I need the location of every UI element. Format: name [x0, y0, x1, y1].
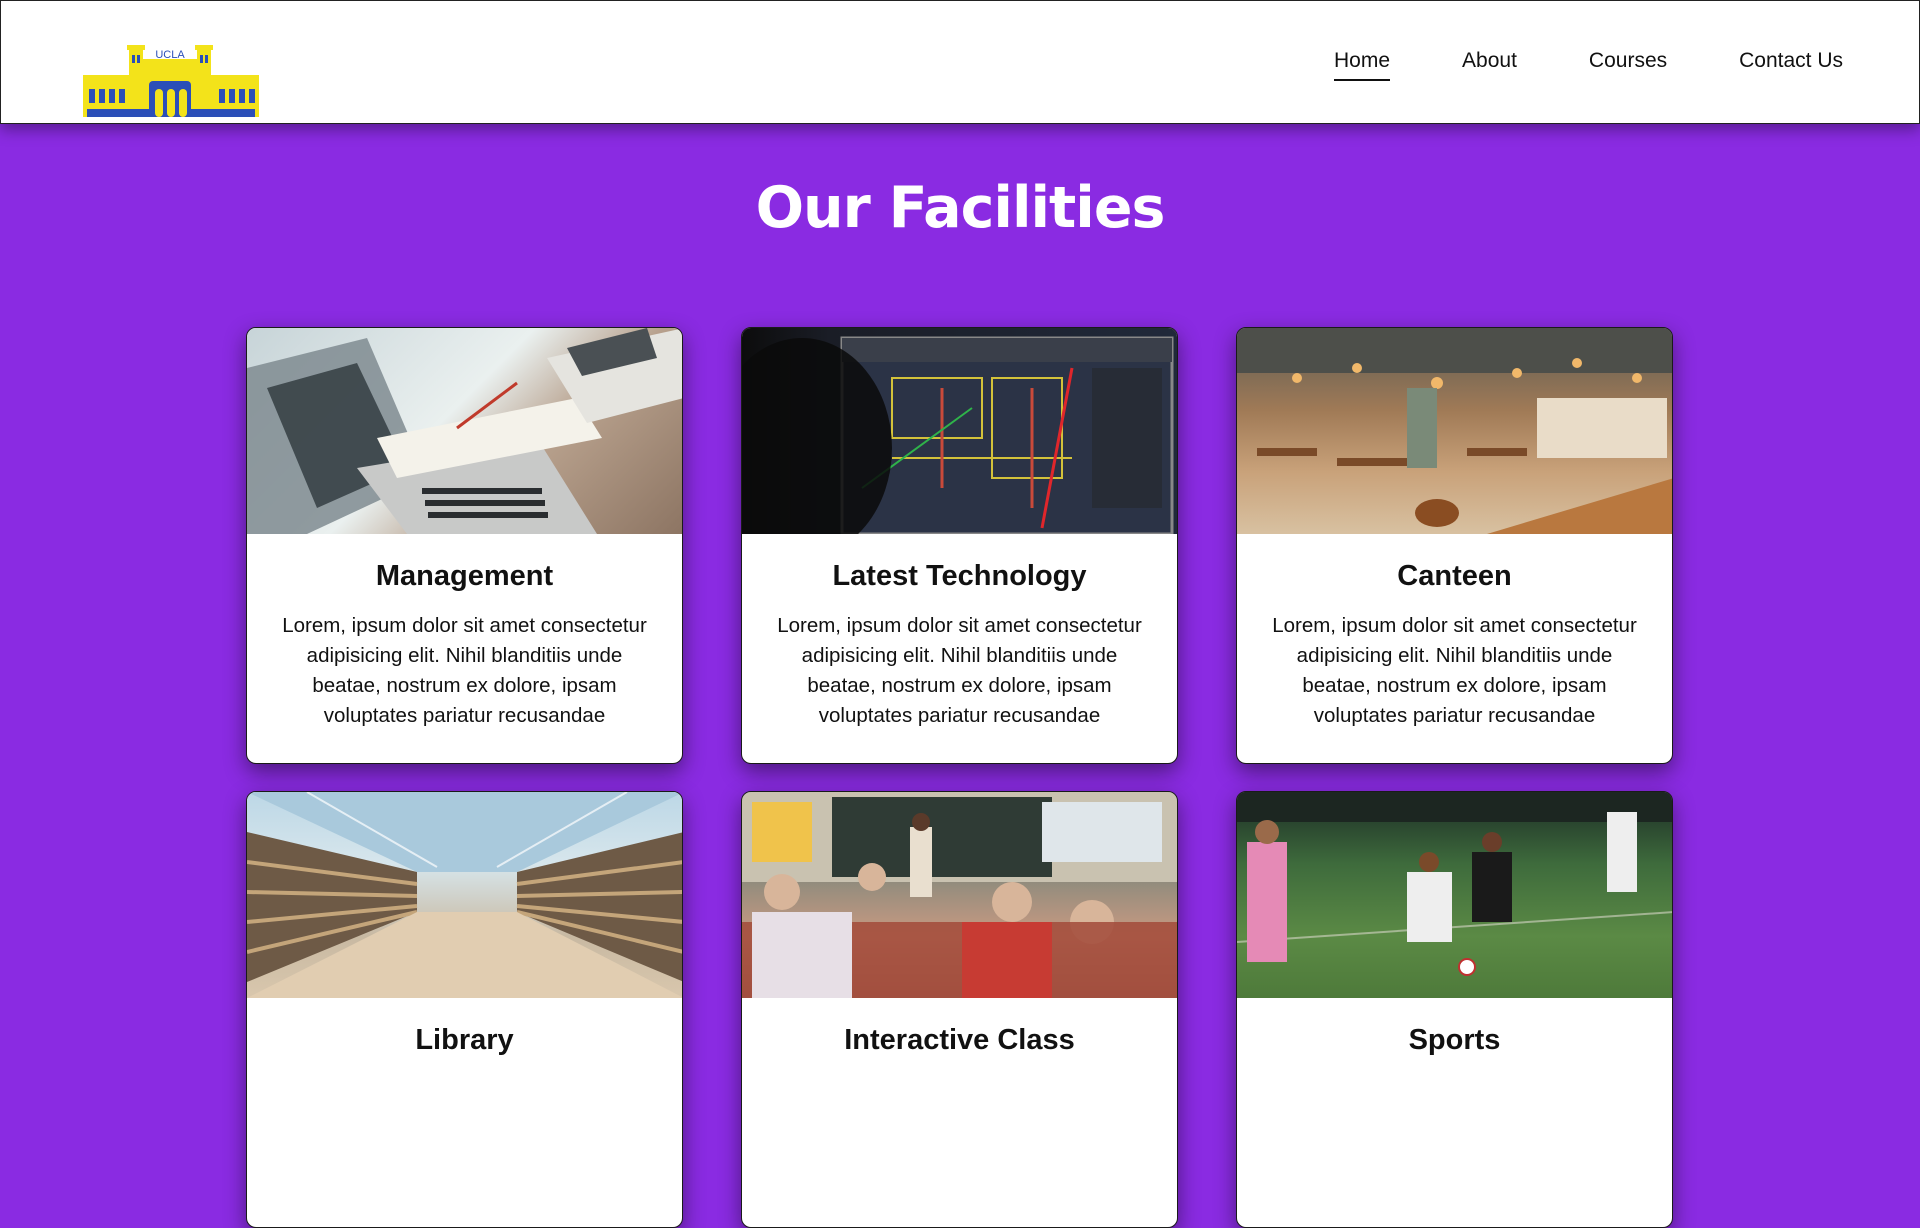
navbar: UCLA Home About Courses Contact Us	[0, 0, 1920, 124]
nav-about-link[interactable]: About	[1462, 49, 1517, 81]
card-title: Latest Technology	[832, 560, 1087, 592]
nav-menu: Home About Courses Contact Us	[1334, 49, 1843, 81]
card-title: Canteen	[1397, 560, 1512, 592]
card-title: Library	[415, 1024, 514, 1056]
nav-courses-link[interactable]: Courses	[1589, 49, 1667, 81]
facility-card-library: Library	[246, 791, 683, 1228]
facility-card-interactive-class: Interactive Class	[741, 791, 1178, 1228]
facility-card-management: Management Lorem, ipsum dolor sit amet c…	[246, 327, 683, 764]
facility-card-canteen: Canteen Lorem, ipsum dolor sit amet cons…	[1236, 327, 1673, 764]
svg-text:UCLA: UCLA	[155, 49, 185, 61]
technology-photo	[742, 328, 1177, 534]
library-photo	[247, 792, 682, 998]
university-building-logo-icon: UCLA	[83, 45, 259, 117]
sports-photo	[1237, 792, 1672, 998]
facility-card-sports: Sports	[1236, 791, 1673, 1228]
nav-home-link[interactable]: Home	[1334, 49, 1391, 81]
canteen-photo	[1237, 328, 1672, 534]
card-description: Lorem, ipsum dolor sit amet consectetur …	[1272, 614, 1637, 727]
facilities-grid: Management Lorem, ipsum dolor sit amet c…	[246, 327, 1673, 1228]
card-description: Lorem, ipsum dolor sit amet consectetur …	[282, 614, 647, 727]
nav-contact-link[interactable]: Contact Us	[1739, 49, 1843, 81]
management-photo	[247, 328, 682, 534]
section-title: Our Facilities	[755, 175, 1166, 241]
card-description: Lorem, ipsum dolor sit amet consectetur …	[777, 614, 1142, 727]
ucla-logo[interactable]: UCLA	[83, 45, 259, 117]
card-title: Interactive Class	[844, 1024, 1075, 1056]
classroom-photo	[742, 792, 1177, 998]
card-title: Management	[375, 560, 554, 592]
facility-card-technology: Latest Technology Lorem, ipsum dolor sit…	[741, 327, 1178, 764]
card-title: Sports	[1408, 1024, 1501, 1056]
